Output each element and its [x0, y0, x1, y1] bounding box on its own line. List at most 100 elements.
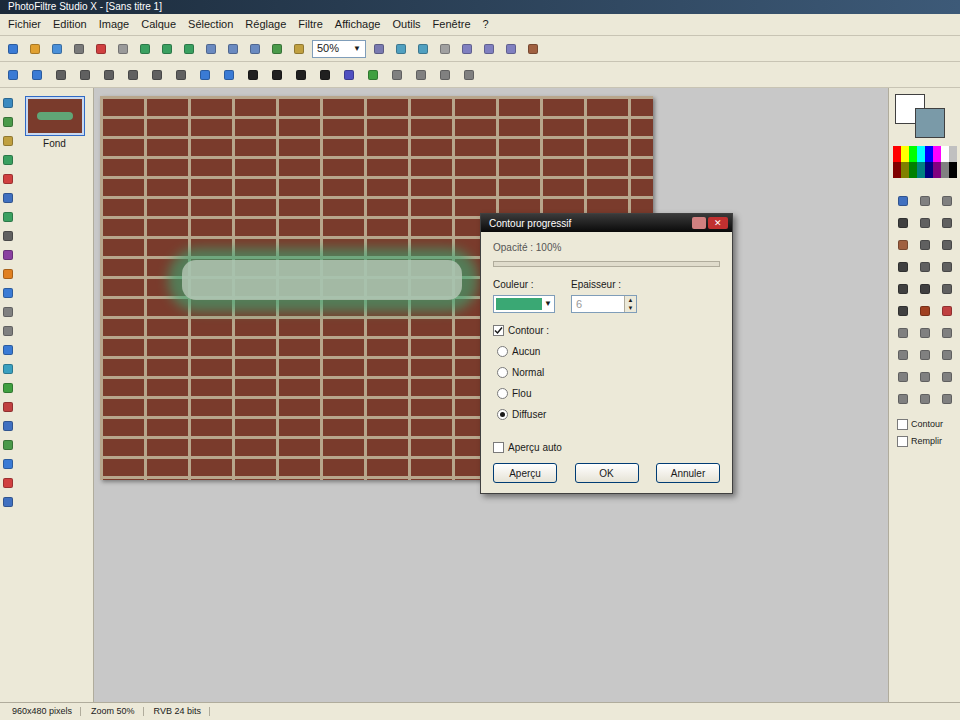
tool-icon[interactable] — [412, 66, 430, 84]
tool-icon[interactable] — [114, 40, 132, 58]
tool-icon[interactable] — [916, 236, 934, 254]
menu-item[interactable]: Calque — [141, 19, 176, 30]
palette-swatch[interactable] — [949, 146, 957, 162]
tool-icon[interactable] — [172, 66, 190, 84]
menu-item[interactable]: Affichage — [335, 19, 381, 30]
tool-icon[interactable] — [1, 210, 15, 224]
tool-icon[interactable] — [436, 66, 454, 84]
tool-icon[interactable] — [1, 438, 15, 452]
tool-icon[interactable] — [244, 66, 262, 84]
zoom-field[interactable]: 50%▼ — [312, 40, 366, 58]
tool-icon[interactable] — [1, 153, 15, 167]
menu-item[interactable]: Filtre — [298, 19, 322, 30]
tool-icon[interactable] — [480, 40, 498, 58]
checkbox[interactable] — [493, 442, 504, 453]
menu-item[interactable]: Outils — [392, 19, 420, 30]
tool-icon[interactable] — [1, 476, 15, 490]
tool-icon[interactable] — [70, 40, 88, 58]
tool-icon[interactable] — [392, 40, 410, 58]
tool-icon[interactable] — [124, 66, 142, 84]
tool-icon[interactable] — [202, 40, 220, 58]
tool-icon[interactable] — [916, 324, 934, 342]
layer-item[interactable]: Fond — [25, 96, 85, 151]
tool-icon[interactable] — [916, 214, 934, 232]
tool-icon[interactable] — [938, 368, 956, 386]
tool-icon[interactable] — [436, 40, 454, 58]
tool-icon[interactable] — [938, 280, 956, 298]
minimize-icon[interactable] — [692, 217, 706, 229]
tool-icon[interactable] — [290, 40, 308, 58]
tool-icon[interactable] — [938, 192, 956, 210]
tool-icon[interactable] — [1, 286, 15, 300]
tool-icon[interactable] — [938, 214, 956, 232]
tool-icon[interactable] — [938, 258, 956, 276]
tool-icon[interactable] — [4, 66, 22, 84]
thickness-spin[interactable]: 6▲▼ — [571, 295, 637, 313]
tool-icon[interactable] — [52, 66, 70, 84]
tool-icon[interactable] — [938, 302, 956, 320]
tool-icon[interactable] — [938, 324, 956, 342]
tool-icon[interactable] — [28, 66, 46, 84]
radio[interactable] — [497, 367, 508, 378]
tool-icon[interactable] — [136, 40, 154, 58]
tool-icon[interactable] — [458, 40, 476, 58]
tool-icon[interactable] — [26, 40, 44, 58]
radio[interactable] — [497, 388, 508, 399]
tool-icon[interactable] — [292, 66, 310, 84]
tool-icon[interactable] — [894, 368, 912, 386]
tool-icon[interactable] — [148, 66, 166, 84]
tool-icon[interactable] — [1, 267, 15, 281]
palette-swatch[interactable] — [941, 162, 949, 178]
palette-swatch[interactable] — [901, 162, 909, 178]
radio[interactable] — [497, 409, 508, 420]
tool-icon[interactable] — [220, 66, 238, 84]
tool-icon[interactable] — [938, 390, 956, 408]
checkbox[interactable] — [493, 325, 504, 336]
tool-icon[interactable] — [48, 40, 66, 58]
preview-checkbox-row[interactable]: Aperçu auto — [493, 440, 720, 455]
palette-swatch[interactable] — [893, 146, 901, 162]
tool-icon[interactable] — [1, 248, 15, 262]
tool-icon[interactable] — [364, 66, 382, 84]
palette-swatch[interactable] — [909, 162, 917, 178]
tool-icon[interactable] — [1, 343, 15, 357]
tool-icon[interactable] — [894, 192, 912, 210]
close-icon[interactable]: ✕ — [708, 217, 728, 229]
checkbox[interactable] — [897, 419, 908, 430]
tool-option[interactable]: Contour — [897, 418, 943, 432]
tool-icon[interactable] — [460, 66, 478, 84]
tool-icon[interactable] — [158, 40, 176, 58]
tool-icon[interactable] — [1, 305, 15, 319]
palette-swatch[interactable] — [933, 146, 941, 162]
tool-icon[interactable] — [916, 302, 934, 320]
tool-icon[interactable] — [502, 40, 520, 58]
tool-icon[interactable] — [1, 324, 15, 338]
tool-icon[interactable] — [76, 66, 94, 84]
tool-icon[interactable] — [1, 134, 15, 148]
color-picker[interactable]: ▼ — [493, 295, 555, 313]
palette-swatch[interactable] — [909, 146, 917, 162]
tool-icon[interactable] — [894, 280, 912, 298]
option-radio[interactable]: Normal — [497, 365, 720, 380]
tool-icon[interactable] — [1, 457, 15, 471]
tool-icon[interactable] — [246, 40, 264, 58]
tool-icon[interactable] — [224, 40, 242, 58]
opacity-slider[interactable] — [493, 261, 720, 267]
tool-icon[interactable] — [524, 40, 542, 58]
tool-icon[interactable] — [916, 368, 934, 386]
tool-icon[interactable] — [316, 66, 334, 84]
tool-icon[interactable] — [92, 40, 110, 58]
menu-item[interactable]: Sélection — [188, 19, 233, 30]
tool-icon[interactable] — [1, 381, 15, 395]
color-selector[interactable] — [893, 92, 957, 140]
palette-swatch[interactable] — [949, 162, 957, 178]
tool-icon[interactable] — [1, 115, 15, 129]
palette-swatch[interactable] — [941, 146, 949, 162]
tool-icon[interactable] — [916, 346, 934, 364]
menu-item[interactable]: Image — [99, 19, 130, 30]
tool-icon[interactable] — [894, 390, 912, 408]
menu-item[interactable]: Fichier — [8, 19, 41, 30]
tool-icon[interactable] — [894, 324, 912, 342]
tool-icon[interactable] — [894, 214, 912, 232]
option-radio[interactable]: Diffuser — [497, 407, 720, 422]
